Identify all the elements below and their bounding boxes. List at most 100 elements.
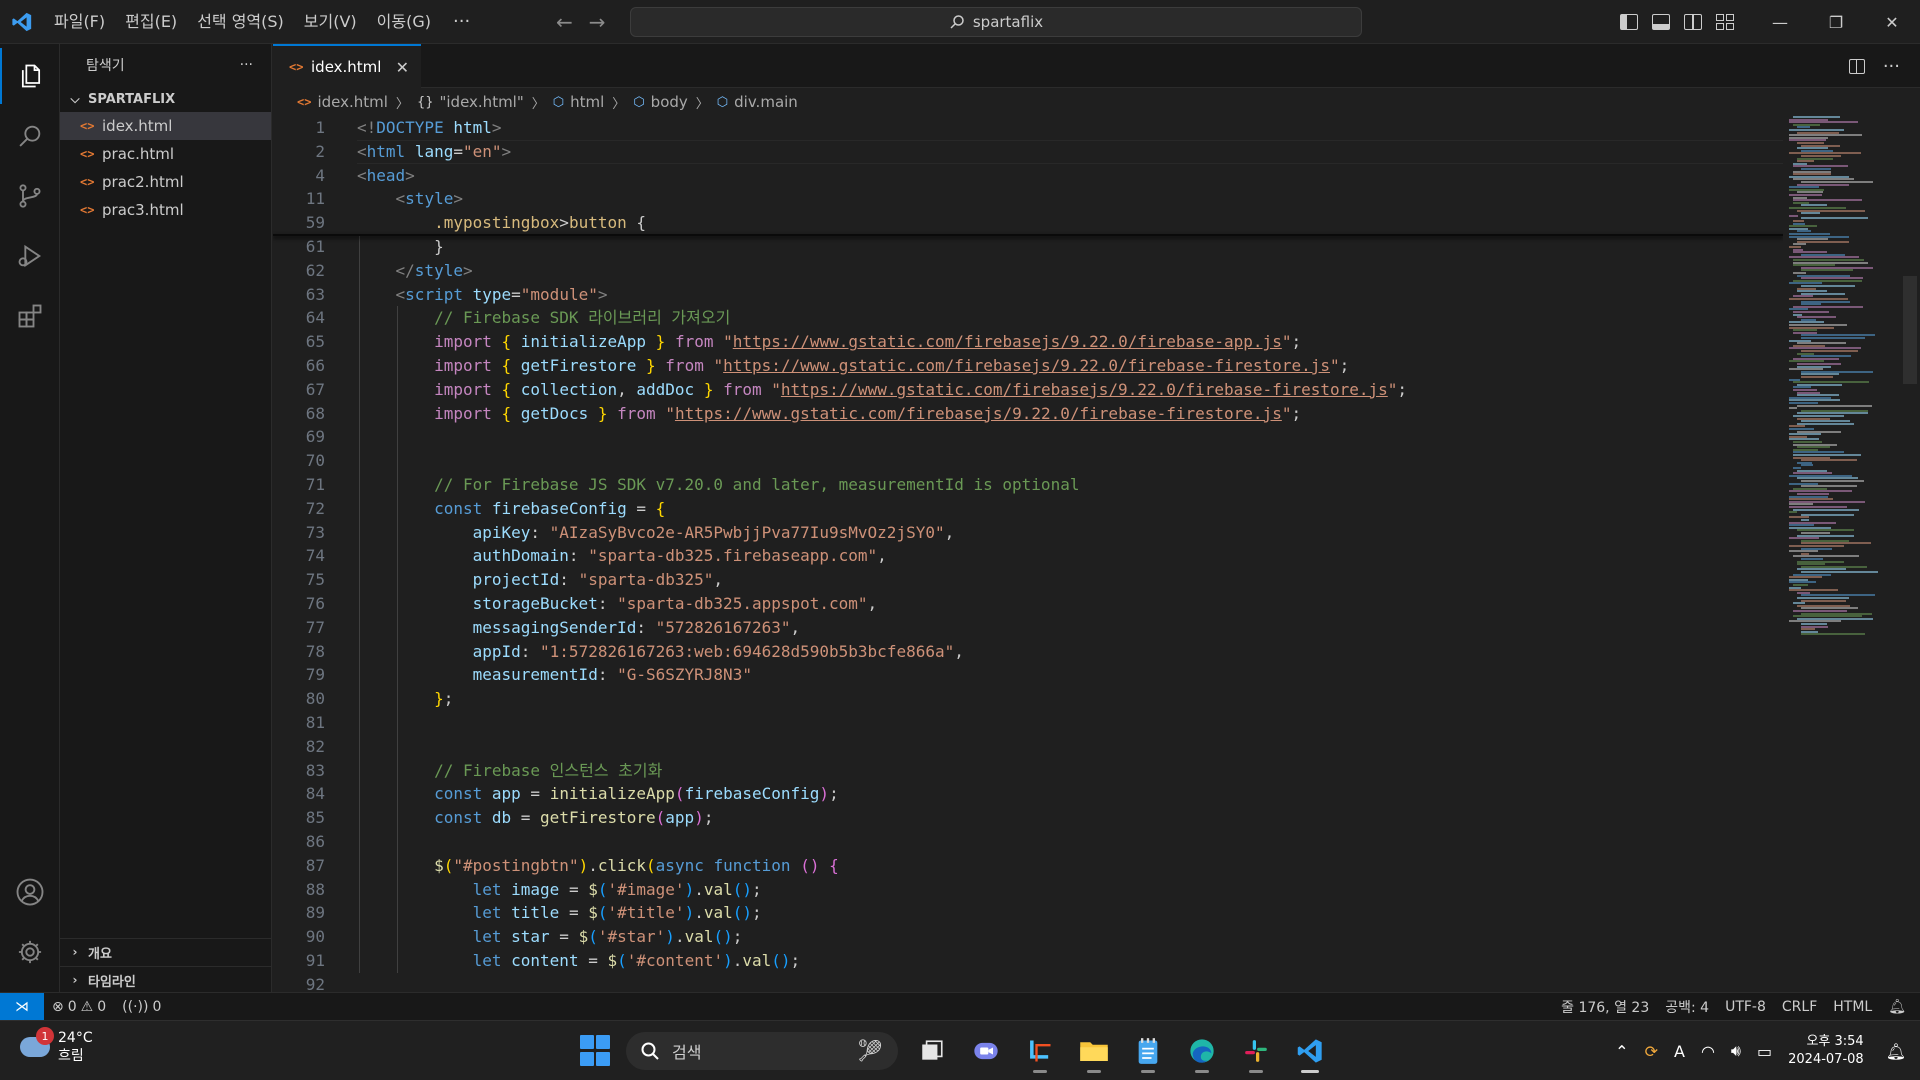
editor-more-button[interactable]: ··· bbox=[1883, 56, 1900, 77]
task-view-icon[interactable] bbox=[912, 1031, 952, 1071]
code-line[interactable]: 67 import { collection, addDoc } from "h… bbox=[273, 378, 1783, 402]
toggle-panel-icon[interactable] bbox=[1652, 14, 1670, 30]
code-line[interactable]: 70 bbox=[273, 449, 1783, 473]
code-line[interactable]: 75 projectId: "sparta-db325", bbox=[273, 568, 1783, 592]
menu-file[interactable]: 파일(F) bbox=[44, 0, 115, 44]
source-control-icon[interactable] bbox=[0, 168, 60, 224]
menu-edit[interactable]: 편집(E) bbox=[115, 0, 187, 44]
weather-widget[interactable]: 1 24°C 흐림 bbox=[20, 1027, 93, 1065]
timeline-section[interactable]: › 타임라인 bbox=[60, 967, 272, 993]
breadcrumb-div-main[interactable]: div.main bbox=[734, 93, 798, 111]
code-line[interactable]: 59 .mypostingbox>button { bbox=[273, 211, 1783, 235]
code-line[interactable]: 4 <head> bbox=[273, 164, 1783, 188]
slack-icon[interactable] bbox=[1236, 1031, 1276, 1073]
start-button[interactable] bbox=[580, 1035, 612, 1067]
remote-indicator-icon[interactable]: ⋊ bbox=[0, 992, 44, 1021]
file-item-prac2[interactable]: <> prac2.html bbox=[60, 168, 271, 196]
code-line[interactable]: 87 $("#postingbtn").click(async function… bbox=[273, 854, 1783, 878]
file-explorer-icon[interactable] bbox=[1074, 1031, 1114, 1073]
code-line[interactable]: 63 <script type="module"> bbox=[273, 283, 1783, 307]
breadcrumb-document[interactable]: "idex.html" bbox=[439, 93, 523, 111]
run-debug-icon[interactable] bbox=[0, 228, 60, 284]
breadcrumb-file[interactable]: idex.html bbox=[317, 93, 387, 111]
code-line[interactable]: 78 appId: "1:572826167263:web:694628d590… bbox=[273, 640, 1783, 664]
minimap[interactable] bbox=[1783, 116, 1903, 992]
code-line[interactable]: 80 }; bbox=[273, 687, 1783, 711]
code-line[interactable]: 2 <html lang="en"> bbox=[273, 140, 1783, 164]
problems-indicator[interactable]: ⊗ 0 ⚠ 0 bbox=[44, 999, 114, 1015]
close-tab-icon[interactable]: ✕ bbox=[396, 58, 409, 77]
menu-go[interactable]: 이동(G) bbox=[367, 0, 441, 44]
wifi-icon[interactable]: ◠ bbox=[1693, 1042, 1723, 1061]
settings-gear-icon[interactable] bbox=[0, 924, 60, 980]
code-line[interactable]: 1 <!DOCTYPE html> bbox=[273, 116, 1783, 140]
explorer-icon[interactable] bbox=[0, 48, 60, 104]
code-line[interactable]: 86 bbox=[273, 830, 1783, 854]
menu-selection[interactable]: 선택 영역(S) bbox=[187, 0, 294, 44]
line-ending[interactable]: CRLF bbox=[1774, 999, 1825, 1015]
cursor-position[interactable]: 줄 176, 열 23 bbox=[1553, 997, 1657, 1017]
file-item-idex[interactable]: <> idex.html bbox=[60, 112, 271, 140]
forward-arrow-icon[interactable]: → bbox=[589, 10, 606, 34]
notifications-bell-icon[interactable]: 🔔︎ bbox=[1880, 999, 1920, 1015]
command-center[interactable]: spartaflix bbox=[630, 7, 1362, 37]
code-line[interactable]: 79 measurementId: "G-S6SZYRJ8N3" bbox=[273, 663, 1783, 687]
code-line[interactable]: 62 </style> bbox=[273, 259, 1783, 283]
split-editor-icon[interactable] bbox=[1848, 58, 1865, 74]
edge-browser-icon[interactable] bbox=[1182, 1031, 1222, 1073]
breadcrumb-html[interactable]: html bbox=[570, 93, 604, 111]
code-line[interactable]: 85 const db = getFirestore(app); bbox=[273, 806, 1783, 830]
minimize-button[interactable]: — bbox=[1752, 0, 1808, 44]
taskbar-search[interactable]: 검색 🎾︎ bbox=[626, 1032, 898, 1070]
vscode-taskbar-icon[interactable] bbox=[1290, 1031, 1330, 1073]
file-item-prac[interactable]: <> prac.html bbox=[60, 140, 271, 168]
code-line[interactable]: 89 let title = $('#title').val(); bbox=[273, 901, 1783, 925]
notification-center-icon[interactable]: 🔔︎ bbox=[1878, 1042, 1920, 1061]
menu-view[interactable]: 보기(V) bbox=[294, 0, 367, 44]
code-line[interactable]: 76 storageBucket: "sparta-db325.appspot.… bbox=[273, 592, 1783, 616]
code-line[interactable]: 90 let star = $('#star').val(); bbox=[273, 925, 1783, 949]
code-editor[interactable]: 1 <!DOCTYPE html> 2 <html lang="en"> 4 <head>… bbox=[273, 116, 1783, 992]
code-line[interactable]: 72 const firebaseConfig = { bbox=[273, 497, 1783, 521]
ports-indicator[interactable]: ((·)) 0 bbox=[114, 999, 169, 1015]
code-line[interactable]: 66 import { getFirestore } from "https:/… bbox=[273, 354, 1783, 378]
accounts-icon[interactable] bbox=[0, 864, 60, 920]
notepad-icon[interactable] bbox=[1128, 1031, 1168, 1073]
file-item-prac3[interactable]: <> prac3.html bbox=[60, 196, 271, 224]
code-line[interactable]: 83 // Firebase 인스턴스 초기화 bbox=[273, 759, 1783, 783]
code-line[interactable]: 88 let image = $('#image').val(); bbox=[273, 878, 1783, 902]
code-line[interactable]: 74 authDomain: "sparta-db325.firebaseapp… bbox=[273, 544, 1783, 568]
close-window-button[interactable]: ✕ bbox=[1864, 0, 1920, 44]
code-line[interactable]: 69 bbox=[273, 425, 1783, 449]
code-line[interactable]: 92 bbox=[273, 973, 1783, 992]
chevron-up-icon[interactable]: ⌃ bbox=[1607, 1042, 1636, 1061]
code-line[interactable]: 61 } bbox=[273, 235, 1783, 259]
code-line[interactable]: 11 <style> bbox=[273, 187, 1783, 211]
code-line[interactable]: 65 import { initializeApp } from "https:… bbox=[273, 330, 1783, 354]
toggle-secondary-sidebar-icon[interactable] bbox=[1684, 14, 1702, 30]
code-line[interactable]: 68 import { getDocs } from "https://www.… bbox=[273, 402, 1783, 426]
code-line[interactable]: 82 bbox=[273, 735, 1783, 759]
code-line[interactable]: 84 const app = initializeApp(firebaseCon… bbox=[273, 782, 1783, 806]
indentation[interactable]: 공백: 4 bbox=[1657, 997, 1717, 1017]
folder-header[interactable]: ⌵ SPARTAFLIX bbox=[60, 86, 271, 112]
code-line[interactable]: 81 bbox=[273, 711, 1783, 735]
explorer-more-button[interactable]: ··· bbox=[240, 57, 253, 73]
teams-chat-icon[interactable] bbox=[966, 1031, 1006, 1071]
search-activity-icon[interactable] bbox=[0, 108, 60, 164]
code-line[interactable]: 71 // For Firebase JS SDK v7.20.0 and la… bbox=[273, 473, 1783, 497]
code-line[interactable]: 77 messagingSenderId: "572826167263", bbox=[273, 616, 1783, 640]
outline-section[interactable]: › 개요 bbox=[60, 939, 272, 965]
back-arrow-icon[interactable]: ← bbox=[556, 10, 573, 34]
tab-idex-html[interactable]: <> idex.html ✕ bbox=[273, 44, 421, 88]
customize-layout-icon[interactable] bbox=[1716, 14, 1734, 30]
breadcrumb-body[interactable]: body bbox=[651, 93, 688, 111]
extensions-icon[interactable] bbox=[0, 288, 60, 344]
battery-icon[interactable]: ▭ bbox=[1749, 1042, 1780, 1061]
toggle-primary-sidebar-icon[interactable] bbox=[1620, 14, 1638, 30]
ime-icon[interactable]: A bbox=[1666, 1042, 1693, 1061]
maximize-button[interactable]: ❐ bbox=[1808, 0, 1864, 44]
code-line[interactable]: 64 // Firebase SDK 라이브러리 가져오기 bbox=[273, 306, 1783, 330]
snipping-tool-icon[interactable] bbox=[1020, 1031, 1060, 1073]
code-line[interactable]: 91 let content = $('#content').val(); bbox=[273, 949, 1783, 973]
